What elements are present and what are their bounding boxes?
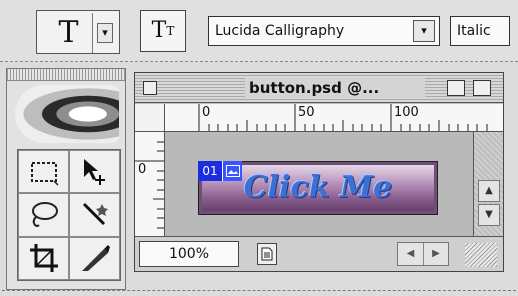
canvas-area[interactable]: Click Me 01 <box>165 132 473 236</box>
tool-grid <box>17 149 121 281</box>
rectangular-marquee-icon <box>30 161 59 186</box>
lasso-tool[interactable] <box>18 193 69 237</box>
tool-preset-picker[interactable]: T ▾ <box>36 10 120 54</box>
horizontal-ruler-ticks <box>198 104 488 131</box>
document-title: button.psd @... <box>245 78 425 98</box>
resize-grip-icon[interactable] <box>465 243 497 267</box>
image-slice-icon <box>222 161 242 181</box>
type-tool-icon: T <box>45 13 93 53</box>
rectangular-marquee-tool[interactable] <box>18 150 69 194</box>
options-bar: T ▾ TT Lucida Calligraphy ▾ Italic <box>0 0 518 62</box>
horizontal-ruler[interactable]: 0 50 100 <box>165 104 503 132</box>
slice-tool[interactable] <box>69 236 120 280</box>
document-icon <box>261 247 273 261</box>
vertical-ruler-label-0: 0 <box>138 162 147 177</box>
font-style-select[interactable]: Italic <box>450 16 510 46</box>
chevron-down-icon[interactable]: ▾ <box>97 23 113 43</box>
status-bar: 100% ◀ ▶ <box>135 236 503 271</box>
slice-badge[interactable]: 01 <box>198 161 242 181</box>
text-orientation-sub-glyph: T <box>166 24 175 38</box>
magic-wand-tool[interactable] <box>69 193 120 237</box>
collapse-box-icon[interactable] <box>473 80 491 96</box>
zoom-box-icon[interactable] <box>447 80 465 96</box>
scroll-up-arrow-icon[interactable]: ▲ <box>478 180 500 202</box>
magic-wand-icon <box>82 202 108 226</box>
ruler-label-0: 0 <box>202 105 211 120</box>
palette-shadow-edge <box>2 290 516 294</box>
document-window: button.psd @... 0 50 100 0 Click Me 01 ▲… <box>134 72 504 272</box>
font-family-select[interactable]: Lucida Calligraphy ▾ <box>208 16 440 46</box>
scroll-down-arrow-icon[interactable]: ▼ <box>478 204 500 226</box>
scroll-left-arrow-icon[interactable]: ◀ <box>398 243 423 265</box>
crop-tool[interactable] <box>18 236 69 280</box>
ruler-label-50: 50 <box>298 105 315 120</box>
zoom-level-field[interactable]: 100% <box>139 241 239 267</box>
text-orientation-button[interactable]: TT <box>140 10 186 52</box>
palette-drag-bar[interactable] <box>7 69 125 81</box>
title-bar[interactable]: button.psd @... <box>135 73 503 103</box>
move-icon <box>83 158 105 185</box>
vertical-scrollbar[interactable]: ▲ ▼ <box>473 132 503 236</box>
vertical-ruler-ticks <box>135 141 164 229</box>
horizontal-scrollbar[interactable]: ◀ ▶ <box>397 242 449 266</box>
slice-icon <box>81 245 110 272</box>
font-family-value: Lucida Calligraphy <box>215 23 345 39</box>
lasso-icon <box>31 201 58 227</box>
slice-number: 01 <box>198 161 222 181</box>
scroll-right-arrow-icon[interactable]: ▶ <box>423 243 448 265</box>
eye-logo-icon[interactable] <box>15 85 119 143</box>
vertical-ruler[interactable]: 0 <box>135 132 165 236</box>
tools-palette <box>6 68 126 290</box>
chevron-down-icon[interactable]: ▾ <box>413 20 435 42</box>
ruler-label-100: 100 <box>394 105 419 120</box>
ruler-origin[interactable] <box>135 104 165 132</box>
move-tool[interactable] <box>69 150 120 194</box>
close-box-icon[interactable] <box>143 81 157 95</box>
text-orientation-icon: T <box>151 18 167 43</box>
crop-icon <box>29 244 58 273</box>
document-info-button[interactable] <box>257 243 277 265</box>
